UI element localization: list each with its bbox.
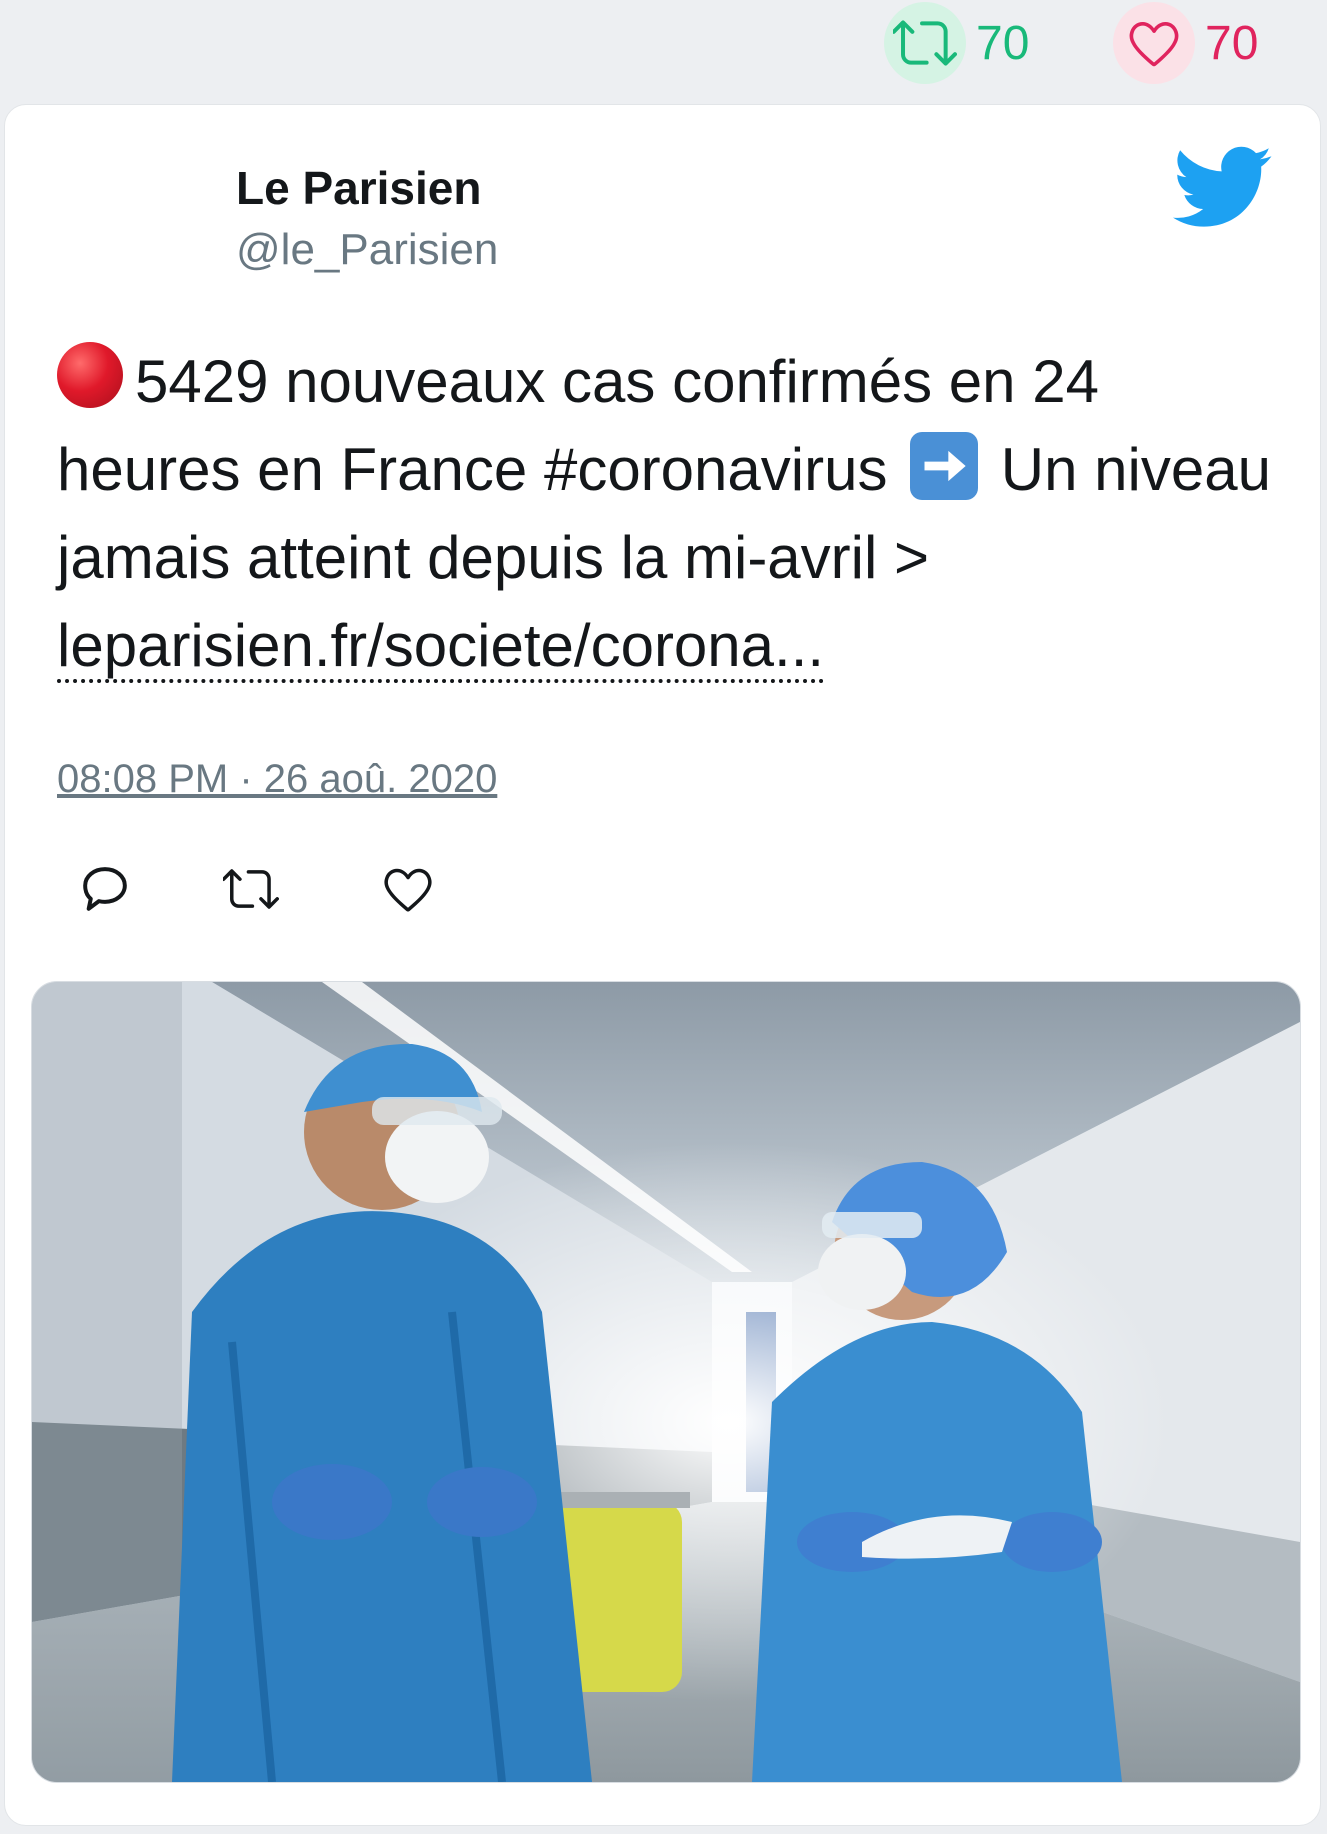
tweet-photo[interactable] bbox=[31, 981, 1301, 1783]
hospital-corridor-photo bbox=[32, 982, 1300, 1782]
reply-icon[interactable] bbox=[77, 861, 133, 917]
retweet-count: 70 bbox=[976, 16, 1030, 70]
like-count-stat[interactable]: 70 bbox=[1113, 2, 1259, 84]
tweet-text: 5429 nouveaux cas confirmés en 24 heures… bbox=[57, 338, 1287, 690]
tweet-card: Le Parisien @le_Parisien 5429 nouveaux c… bbox=[4, 104, 1321, 1826]
red-circle-emoji bbox=[57, 342, 123, 408]
heart-icon[interactable] bbox=[1113, 2, 1195, 84]
retweet-icon[interactable] bbox=[223, 861, 279, 917]
like-count: 70 bbox=[1205, 16, 1259, 70]
retweet-count-stat[interactable]: 70 bbox=[884, 2, 1030, 84]
retweet-icon[interactable] bbox=[884, 2, 966, 84]
right-arrow-emoji bbox=[910, 432, 979, 500]
article-link[interactable]: leparisien.fr/societe/corona... bbox=[57, 612, 825, 683]
author-name[interactable]: Le Parisien bbox=[236, 161, 481, 215]
tweet-timestamp[interactable]: 08:08 PM · 26 aoû. 2020 bbox=[57, 757, 497, 802]
like-icon[interactable] bbox=[380, 861, 436, 917]
author-handle[interactable]: @le_Parisien bbox=[236, 225, 498, 275]
engagement-bar: 70 70 bbox=[0, 0, 1327, 100]
twitter-bird-icon[interactable] bbox=[1173, 145, 1273, 231]
